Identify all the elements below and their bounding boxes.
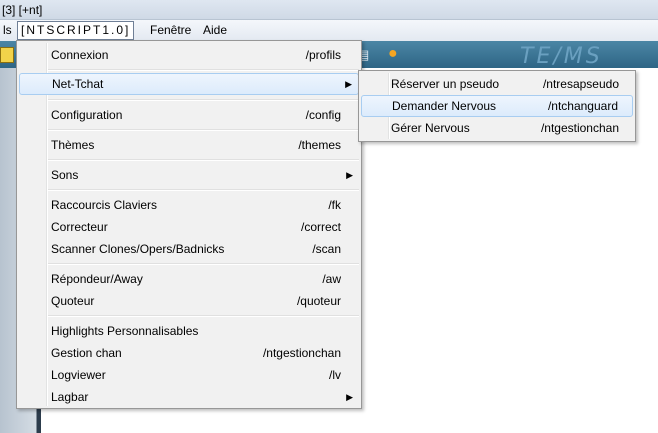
menu-item-label: Demander Nervous xyxy=(392,99,497,113)
menu-item-label: Logviewer xyxy=(51,368,106,382)
menu-item-command: /scan xyxy=(312,242,341,256)
menu-item-label: Lagbar xyxy=(51,390,89,404)
toolbar-icon[interactable] xyxy=(0,47,14,63)
menubar-item-ntscript[interactable]: [NTSCRIPT1.0] xyxy=(17,21,135,40)
chevron-right-icon: ▶ xyxy=(346,392,353,402)
net-tchat-submenu: Réserver un pseudo /ntresapseudo Demande… xyxy=(358,70,636,142)
menu-item-correcteur[interactable]: Correcteur /correct xyxy=(19,216,359,238)
menu-item-command: /fk xyxy=(328,198,341,212)
menu-item-command: /ntchanguard xyxy=(547,99,618,113)
menu-item-quoteur[interactable]: Quoteur /quoteur xyxy=(19,290,359,312)
menu-item-label: Raccourcis Claviers xyxy=(51,198,158,212)
menu-separator xyxy=(48,159,359,161)
menu-item-repondeur[interactable]: Répondeur/Away /aw xyxy=(19,268,359,290)
menu-item-logviewer[interactable]: Logviewer /lv xyxy=(19,364,359,386)
menu-item-connexion[interactable]: Connexion /profils xyxy=(19,44,359,66)
menu-bar: ls [NTSCRIPT1.0] Fenêtre Aide xyxy=(0,20,658,42)
menu-item-sons[interactable]: Sons ▶ xyxy=(19,164,359,186)
menu-separator xyxy=(48,69,359,71)
menu-item-command: /config xyxy=(305,108,341,122)
menu-item-command: /ntgestionchan xyxy=(540,121,619,135)
menubar-item-window[interactable]: Fenêtre xyxy=(147,22,194,39)
submenu-item-reserver-pseudo[interactable]: Réserver un pseudo /ntresapseudo xyxy=(361,73,633,95)
window-title: [3] [+nt] xyxy=(0,0,658,20)
menu-item-command: /correct xyxy=(300,220,341,234)
submenu-item-demander-nervous[interactable]: Demander Nervous /ntchanguard xyxy=(361,95,633,117)
menu-item-gestion-chan[interactable]: Gestion chan /ntgestionchan xyxy=(19,342,359,364)
menu-item-command: /lv xyxy=(329,368,341,382)
menu-item-label: Net-Tchat xyxy=(52,77,104,91)
menu-item-configuration[interactable]: Configuration /config xyxy=(19,104,359,126)
menu-item-command: /aw xyxy=(322,272,341,286)
menu-item-label: Thèmes xyxy=(51,138,95,152)
menu-item-label: Gérer Nervous xyxy=(391,121,470,135)
submenu-item-gerer-nervous[interactable]: Gérer Nervous /ntgestionchan xyxy=(361,117,633,139)
menu-item-command: /profils xyxy=(305,48,341,62)
menu-separator xyxy=(48,315,359,317)
menu-item-scanner[interactable]: Scanner Clones/Opers/Badnicks /scan xyxy=(19,238,359,260)
menu-item-command: /quoteur xyxy=(296,294,341,308)
menu-item-raccourcis-claviers[interactable]: Raccourcis Claviers /fk xyxy=(19,194,359,216)
menu-item-themes[interactable]: Thèmes /themes xyxy=(19,134,359,156)
ntscript-menu: Connexion /profils Net-Tchat ▶ Configura… xyxy=(16,40,362,409)
menu-item-label: Quoteur xyxy=(51,294,95,308)
menu-item-command: /ntresapseudo xyxy=(542,77,619,91)
menu-item-label: Correcteur xyxy=(51,220,108,234)
menu-item-label: Répondeur/Away xyxy=(51,272,143,286)
menubar-item-help[interactable]: Aide xyxy=(200,22,230,39)
menu-item-command: /themes xyxy=(298,138,341,152)
app-logo: TE/MS xyxy=(520,44,603,69)
menu-item-highlights[interactable]: Highlights Personnalisables xyxy=(19,320,359,342)
chevron-right-icon: ▶ xyxy=(346,170,353,180)
menu-item-label: Configuration xyxy=(51,108,123,122)
menu-separator xyxy=(48,129,359,131)
menu-item-net-tchat[interactable]: Net-Tchat ▶ xyxy=(19,73,359,95)
bell-icon[interactable]: ● xyxy=(388,45,398,63)
menu-item-label: Sons xyxy=(51,168,79,182)
menu-separator xyxy=(48,189,359,191)
menu-item-label: Réserver un pseudo xyxy=(391,77,500,91)
menu-item-label: Highlights Personnalisables xyxy=(51,324,199,338)
menu-item-label: Scanner Clones/Opers/Badnicks xyxy=(51,242,225,256)
chevron-right-icon: ▶ xyxy=(345,79,352,89)
menu-item-command: /ntgestionchan xyxy=(262,346,341,360)
menu-separator xyxy=(48,263,359,265)
menu-item-label: Gestion chan xyxy=(51,346,122,360)
menu-item-label: Connexion xyxy=(51,48,109,62)
menu-separator xyxy=(48,99,359,101)
menu-item-lagbar[interactable]: Lagbar ▶ xyxy=(19,386,359,408)
menubar-item-tools[interactable]: ls xyxy=(0,22,15,39)
